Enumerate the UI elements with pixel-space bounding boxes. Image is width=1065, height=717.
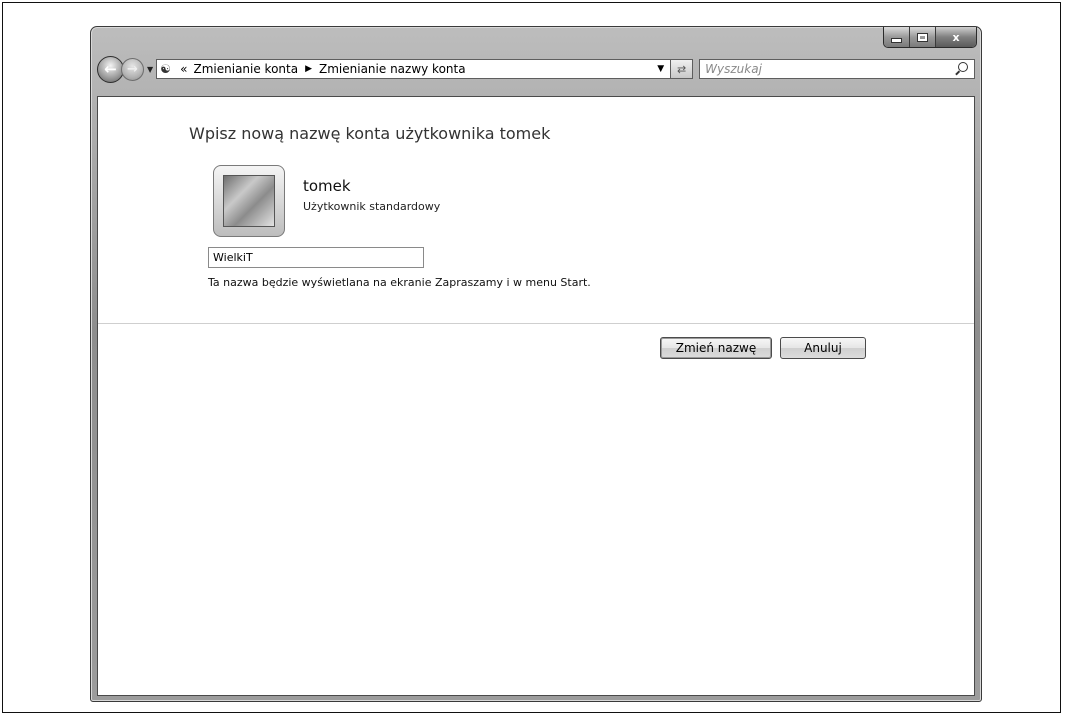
refresh-icon: ⇄ <box>677 62 687 76</box>
forward-arrow-icon: → <box>127 61 138 77</box>
minimize-icon <box>891 37 902 43</box>
search-placeholder: Wyszukaj <box>705 62 762 76</box>
address-bar[interactable]: ☯ « Zmienianie konta ▶ Zmienianie nazwy … <box>156 59 672 79</box>
breadcrumb-item-rename-account[interactable]: Zmienianie nazwy konta <box>319 62 466 76</box>
user-avatar <box>213 165 285 237</box>
close-button[interactable]: x <box>936 27 976 47</box>
screenshot-frame: x ← → ▼ ☯ « Zmienianie konta ▶ Zmieniani… <box>2 2 1061 713</box>
name-hint-text: Ta nazwa będzie wyświetlana na ekranie Z… <box>208 276 591 289</box>
address-dropdown-icon[interactable]: ▼ <box>657 64 664 74</box>
user-accounts-icon: ☯ <box>160 62 171 76</box>
cancel-button[interactable]: Anuluj <box>780 337 866 359</box>
breadcrumb-overflow-icon[interactable]: « <box>180 62 187 76</box>
maximize-icon <box>917 32 928 42</box>
search-icon[interactable] <box>958 62 968 72</box>
navigation-bar: ← → ▼ ☯ « Zmienianie konta ▶ Zmienianie … <box>97 54 975 84</box>
divider <box>98 323 974 324</box>
search-box[interactable]: Wyszukaj <box>699 59 975 79</box>
explorer-window: x ← → ▼ ☯ « Zmienianie konta ▶ Zmieniani… <box>90 26 982 702</box>
page-title: Wpisz nową nazwę konta użytkownika tomek <box>189 124 551 143</box>
content-pane: Wpisz nową nazwę konta użytkownika tomek… <box>97 96 975 696</box>
forward-button[interactable]: → <box>121 57 144 81</box>
new-account-name-input[interactable] <box>208 247 424 268</box>
user-account-type: Użytkownik standardowy <box>303 200 441 213</box>
breadcrumb-separator-icon[interactable]: ▶ <box>305 64 312 74</box>
minimize-button[interactable] <box>884 27 910 47</box>
user-name: tomek <box>303 177 351 195</box>
recent-pages-dropdown-icon[interactable]: ▼ <box>147 65 153 74</box>
maximize-button[interactable] <box>910 27 936 47</box>
breadcrumb-item-change-account[interactable]: Zmienianie konta <box>194 62 299 76</box>
close-icon: x <box>952 30 960 44</box>
refresh-button[interactable]: ⇄ <box>671 59 694 79</box>
avatar-picture <box>223 175 275 227</box>
back-button[interactable]: ← <box>97 55 124 83</box>
back-arrow-icon: ← <box>104 60 117 78</box>
caption-buttons: x <box>883 27 977 48</box>
rename-button[interactable]: Zmień nazwę <box>660 337 772 359</box>
